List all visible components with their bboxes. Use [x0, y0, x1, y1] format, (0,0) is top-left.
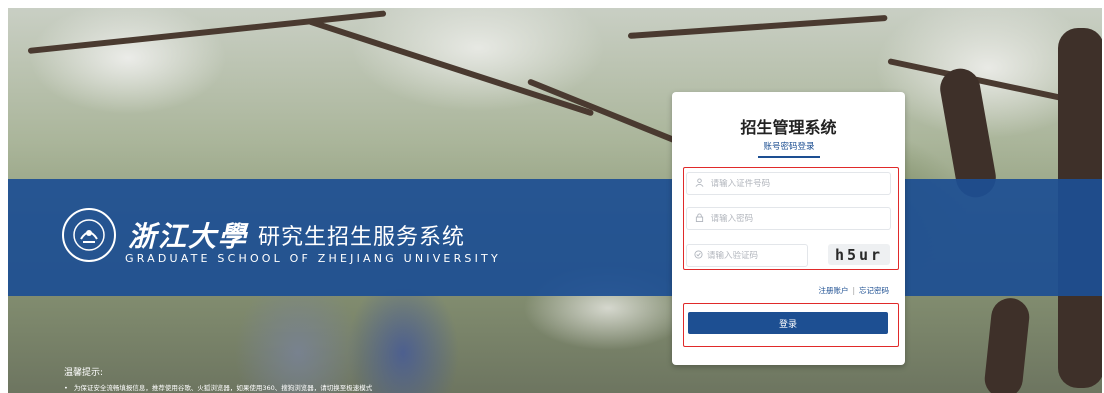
tips-title: 温馨提示:: [64, 368, 104, 378]
id-number-field[interactable]: [686, 172, 891, 195]
password-input[interactable]: [706, 213, 890, 224]
tab-underline: [758, 156, 820, 158]
captcha-input[interactable]: [703, 250, 807, 261]
forgot-password-link[interactable]: 忘记密码: [859, 286, 889, 295]
university-emblem-icon: [62, 208, 116, 262]
login-button[interactable]: 登录: [688, 312, 888, 334]
school-english-name: GRADUATE SCHOOL OF ZHEJIANG UNIVERSITY: [125, 252, 501, 265]
shield-check-icon: [693, 249, 703, 262]
captcha-image[interactable]: h5ur: [828, 244, 890, 265]
captcha-field[interactable]: [686, 244, 808, 267]
account-links: 注册账户 | 忘记密码: [818, 285, 889, 296]
login-card: 招生管理系统 账号密码登录 h5ur 注册账户 | 忘记密码 登录: [672, 92, 905, 365]
tab-password-login[interactable]: 账号密码登录: [758, 140, 820, 152]
register-link[interactable]: 注册账户: [818, 286, 848, 295]
password-field[interactable]: [686, 207, 891, 230]
user-icon: [693, 177, 707, 190]
university-name: 浙江大學: [128, 220, 249, 253]
id-number-input[interactable]: [706, 178, 890, 189]
link-separator: |: [852, 286, 855, 295]
login-title: 招生管理系统: [740, 118, 837, 137]
system-name: 研究生招生服务系统: [258, 225, 466, 250]
tips-line: 为保证安全流畅填报信息，推荐使用谷歌、火狐浏览器，如果使用360、搜狗浏览器，请…: [64, 382, 372, 392]
lock-icon: [693, 212, 707, 225]
